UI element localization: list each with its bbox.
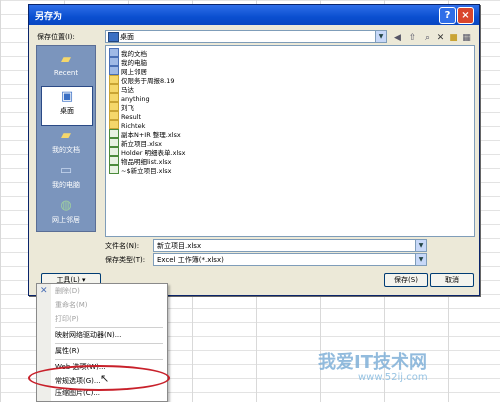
folder-icon <box>109 93 119 102</box>
cursor-icon: ↖ <box>100 372 110 385</box>
system-folder-icon <box>109 48 119 57</box>
help-button[interactable]: ? <box>439 7 456 24</box>
highlight-ellipse <box>28 365 170 391</box>
places-bar: ▰ Recent ▣ 桌面 ▰ 我的文档 ▭ 我的电脑 ◍ 网上邻居 <box>36 45 96 232</box>
folder-icon <box>109 75 119 84</box>
excel-file-icon <box>109 138 119 147</box>
back-icon[interactable]: ◀ <box>391 32 404 44</box>
folder-icon <box>109 102 119 111</box>
list-item[interactable]: ~$新立项目.xlsx <box>109 165 172 175</box>
filetype-value: Excel 工作簿(*.xlsx) <box>157 256 224 264</box>
close-button[interactable]: × <box>457 7 474 24</box>
place-label: 桌面 <box>60 107 74 115</box>
menu-item-print[interactable]: 打印(P) <box>55 314 163 325</box>
save-as-dialog: 另存为 ? × 保存位置(I): 桌面 ▼ ◀ ⇧ ⌕ ✕ ■ ▦ ▰ Rece… <box>28 4 480 296</box>
place-recent[interactable]: ▰ Recent <box>41 50 91 88</box>
desktop-icon <box>108 32 119 42</box>
excel-file-icon <box>109 165 119 174</box>
folder-icon <box>109 120 119 129</box>
place-my-computer[interactable]: ▭ 我的电脑 <box>41 161 91 199</box>
network-icon <box>109 66 119 75</box>
menu-separator <box>55 343 163 344</box>
delete-icon[interactable]: ✕ <box>434 32 447 44</box>
menu-separator <box>55 327 163 328</box>
place-desktop[interactable]: ▣ 桌面 <box>41 86 93 126</box>
watermark-url: www.52ij.com <box>358 372 428 383</box>
save-in-label: 保存位置(I): <box>37 33 75 41</box>
place-label: 我的文档 <box>52 146 80 154</box>
place-label: 网上邻居 <box>52 216 80 224</box>
documents-folder-icon: ▰ <box>61 128 71 143</box>
up-folder-icon[interactable]: ⇧ <box>406 32 419 44</box>
filetype-label: 保存类型(T): <box>105 256 146 264</box>
computer-icon <box>109 57 119 66</box>
chevron-down-icon[interactable]: ▼ <box>415 240 426 251</box>
menu-item-delete[interactable]: 删除(D) <box>55 286 163 297</box>
place-my-documents[interactable]: ▰ 我的文档 <box>41 126 91 164</box>
delete-icon: ✕ <box>40 286 48 296</box>
chevron-down-icon[interactable]: ▼ <box>415 254 426 265</box>
filename-input[interactable]: 新立项目.xlsx ▼ <box>153 239 427 252</box>
save-button[interactable]: 保存(S) <box>384 273 428 287</box>
filename-value: 新立项目.xlsx <box>157 242 202 250</box>
cancel-button[interactable]: 取消 <box>430 273 474 287</box>
place-label: 我的电脑 <box>52 181 80 189</box>
menu-item-map-network-drive[interactable]: 映射网络驱动器(N)... <box>55 330 163 341</box>
views-icon[interactable]: ▦ <box>460 32 473 44</box>
filetype-select[interactable]: Excel 工作簿(*.xlsx) ▼ <box>153 253 427 266</box>
menu-item-rename[interactable]: 重命名(M) <box>55 300 163 311</box>
menu-item-properties[interactable]: 属性(R) <box>55 346 163 357</box>
folder-icon <box>109 111 119 120</box>
save-in-combo[interactable]: 桌面 ▼ <box>105 30 387 43</box>
computer-icon: ▭ <box>59 163 73 178</box>
search-icon[interactable]: ⌕ <box>421 32 434 44</box>
watermark-title: 我爱IT技术网 <box>318 352 427 373</box>
filename-label: 文件名(N): <box>105 242 140 250</box>
new-folder-icon[interactable]: ■ <box>447 32 460 44</box>
excel-file-icon <box>109 129 119 138</box>
dialog-title: 另存为 <box>35 12 63 22</box>
network-icon: ◍ <box>60 198 72 213</box>
place-network[interactable]: ◍ 网上邻居 <box>41 196 91 234</box>
file-list[interactable]: 我的文档 我的电脑 网上邻居 仅限务于周报8.19 马达 anything 刘飞… <box>105 45 475 237</box>
desktop-icon: ▣ <box>60 89 74 104</box>
chevron-down-icon[interactable]: ▼ <box>375 31 386 42</box>
excel-file-icon <box>109 147 119 156</box>
recent-folder-icon: ▰ <box>61 52 71 67</box>
title-bar: 另存为 ? × <box>29 5 479 25</box>
place-label: Recent <box>53 69 79 77</box>
menu-separator <box>55 359 163 360</box>
folder-icon <box>109 84 119 93</box>
save-in-value: 桌面 <box>120 33 134 41</box>
excel-file-icon <box>109 156 119 165</box>
